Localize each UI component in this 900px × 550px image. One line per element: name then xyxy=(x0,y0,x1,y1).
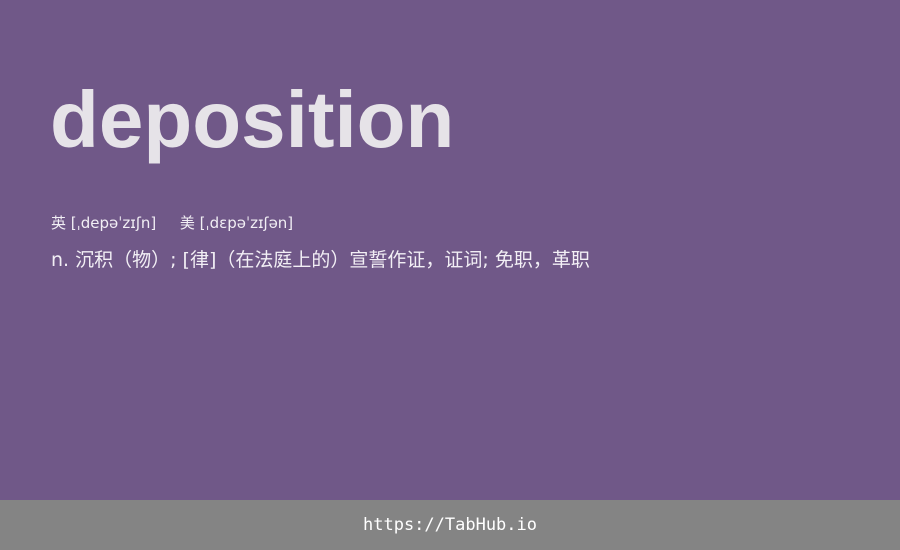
us-phonetic: [ˌdɛpəˈzɪʃən] xyxy=(199,214,294,232)
footer-url-link[interactable]: https://TabHub.io xyxy=(363,515,537,535)
us-label: 美 xyxy=(179,214,195,232)
footer-bar: https://TabHub.io xyxy=(0,500,900,550)
word-card: deposition 英 [ˌdepəˈzɪʃn] 美 [ˌdɛpəˈzɪʃən… xyxy=(0,0,900,500)
definition-text: n. 沉积（物）; [律]（在法庭上的）宣誓作证，证词; 免职，革职 xyxy=(51,249,590,271)
headword: deposition xyxy=(50,75,455,164)
pronunciation-line: 英 [ˌdepəˈzɪʃn] 美 [ˌdɛpəˈzɪʃən] xyxy=(51,213,293,233)
uk-label: 英 xyxy=(51,214,67,232)
uk-phonetic: [ˌdepəˈzɪʃn] xyxy=(70,214,157,232)
